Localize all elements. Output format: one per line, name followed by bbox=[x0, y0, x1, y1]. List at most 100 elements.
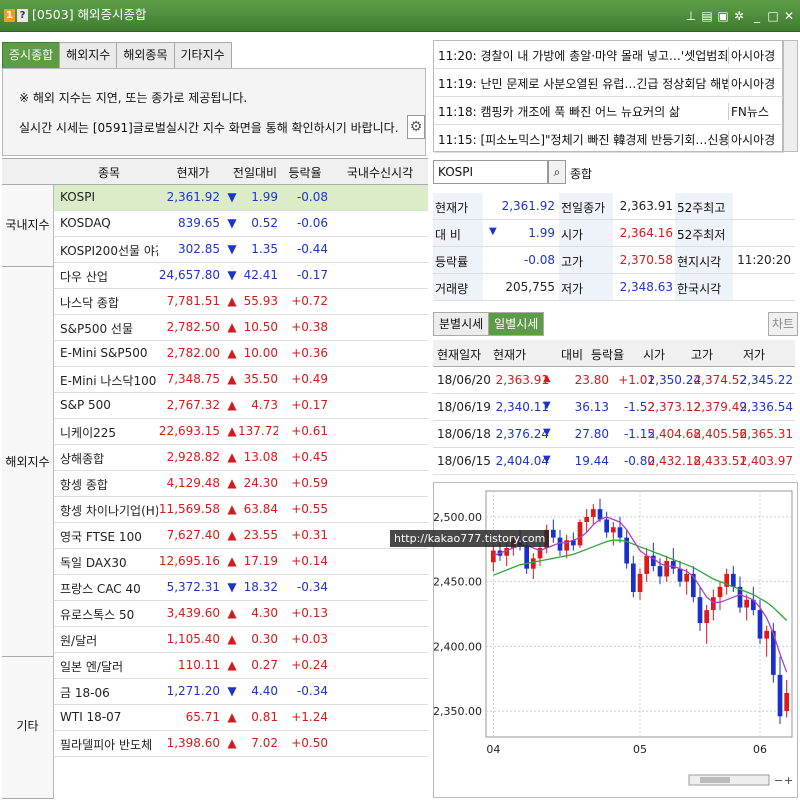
quote-label: 현재가 bbox=[435, 201, 469, 215]
table-row[interactable]: KOSPI2,361.92▼1.99-0.0811:20:20 bbox=[54, 185, 428, 211]
table-row[interactable]: 상해종합2,928.82▲13.08+0.4518/06/2111:05:24 bbox=[54, 445, 428, 471]
row-change: 0.52 bbox=[251, 216, 278, 230]
quote-label: 52주최저 bbox=[677, 228, 726, 242]
chart-button[interactable]: 차트 bbox=[768, 312, 798, 336]
daily-col[interactable]: 대비 bbox=[561, 346, 583, 363]
col-name[interactable]: 종목 bbox=[54, 164, 164, 181]
table-row[interactable]: WTI 18-0765.71▲0.81+1.2418/06/20 bbox=[54, 705, 428, 731]
row-rate: +0.38 bbox=[291, 320, 328, 334]
settings-icon[interactable]: ✲ bbox=[732, 9, 746, 23]
up-arrow-icon: ▲ bbox=[227, 606, 237, 620]
news-title: 11:20: 경찰이 내 가방에 총알·마약 몰래 넣고…'셋업범죄' 주 bbox=[438, 49, 728, 63]
news-scrollbar[interactable] bbox=[783, 40, 798, 152]
table-row[interactable]: 금 18-061,271.20▼4.40-0.3418/06/20 bbox=[54, 679, 428, 705]
print-icon[interactable]: ▣ bbox=[716, 9, 730, 23]
daily-col[interactable]: 등락율 bbox=[591, 346, 624, 363]
news-item[interactable]: 11:20: 경찰이 내 가방에 총알·마약 몰래 넣고…'셋업범죄' 주 아시아… bbox=[434, 41, 784, 69]
minimize-icon[interactable]: _ bbox=[750, 9, 764, 23]
tab-daily-price[interactable]: 일별시세 bbox=[488, 312, 545, 336]
daily-col[interactable]: 저가 bbox=[743, 346, 765, 363]
news-item[interactable]: 11:18: 캠핑카 개조에 푹 빠진 어느 뉴요커의 삶 FN뉴스 bbox=[434, 97, 784, 125]
candle-body bbox=[664, 560, 669, 577]
daily-change: 27.80 bbox=[574, 427, 609, 441]
table-row[interactable]: 니케이22522,693.15▲137.72+0.6118/06/2111:00… bbox=[54, 419, 428, 445]
table-row[interactable]: KOSDAQ839.65▼0.52-0.0611:20:20 bbox=[54, 211, 428, 237]
news-item[interactable]: 11:19: 난민 문제로 사분오열된 유럽…긴급 정상회담 해법 마 아시아경 bbox=[434, 69, 784, 97]
daily-row[interactable]: 18/06/20 2,363.91 ▲ 23.80 +1.01 2,350.24 2,374… bbox=[433, 367, 795, 394]
search-icon[interactable]: ⌕ bbox=[548, 160, 566, 184]
table-row[interactable]: 다우 산업24,657.80▼42.41-0.1718/06/20 bbox=[54, 263, 428, 289]
table-row[interactable]: S&P500 선물2,782.50▲10.50+0.3818/06/2111:0… bbox=[54, 315, 428, 341]
news-item[interactable]: 11:15: [피소노믹스]"정체기 빠진 韓경제 반등기회…신용등급 아시아경 bbox=[434, 125, 784, 153]
notice-line-1: ※ 해외 지수는 지연, 또는 종가로 제공됩니다. bbox=[19, 91, 248, 105]
row-price: 1,398.60 bbox=[166, 736, 220, 750]
col-rate[interactable]: 등락율 bbox=[280, 164, 330, 181]
up-arrow-icon: ▲ bbox=[227, 554, 237, 568]
table-row[interactable]: 항셍 차이나기업(H)11,569.58▲63.84+0.5518/06/211… bbox=[54, 497, 428, 523]
symbol-input[interactable]: KOSPI bbox=[433, 160, 548, 184]
table-row[interactable]: S&P 5002,767.32▲4.73+0.1718/06/2105:39:3… bbox=[54, 393, 428, 419]
table-row[interactable]: 나스닥 종합7,781.51▲55.93+0.7218/06/2105:01:5… bbox=[54, 289, 428, 315]
tab-minute-price[interactable]: 분별시세 bbox=[433, 312, 490, 336]
row-price: 1,105.40 bbox=[166, 632, 220, 646]
candle-body bbox=[744, 599, 749, 608]
col-time[interactable]: 국내수신시각 bbox=[332, 164, 428, 181]
row-rate: +0.14 bbox=[291, 554, 328, 568]
table-row[interactable]: E-Mini S&P5002,782.00▲10.00+0.3618/06/21… bbox=[54, 341, 428, 367]
down-arrow-icon: ▼ bbox=[227, 580, 237, 594]
save-icon[interactable]: ▤ bbox=[700, 9, 714, 23]
daily-col[interactable]: 현재가 bbox=[493, 346, 526, 363]
row-name: E-Mini 나스닥100 bbox=[60, 374, 157, 388]
table-row[interactable]: 원/달러1,105.40▲0.30+0.0318/06/2111:20:26 bbox=[54, 627, 428, 653]
table-row[interactable]: KOSPI200선물 야간302.85▼1.35-0.4418/06/20 bbox=[54, 237, 428, 263]
daily-col[interactable]: 고가 bbox=[691, 346, 713, 363]
candle-body bbox=[644, 555, 649, 574]
quote-value: -0.08 bbox=[523, 253, 555, 267]
row-name: S&P500 선물 bbox=[60, 322, 134, 336]
tab-overseas-stocks[interactable]: 해외종목 bbox=[116, 42, 175, 68]
daily-col[interactable]: 현재일자 bbox=[437, 346, 481, 363]
col-price[interactable]: 현재가 bbox=[160, 164, 226, 181]
maximize-icon[interactable]: □ bbox=[766, 9, 780, 23]
table-row[interactable]: 유로스톡스 503,439.60▲4.30+0.1318/06/20 bbox=[54, 601, 428, 627]
daily-row[interactable]: 18/06/19 2,340.11 ▼ 36.13 -1.52 2,373.12 2,379… bbox=[433, 394, 795, 421]
quote-value: 2,361.92 bbox=[501, 199, 555, 213]
table-row[interactable]: 일본 엔/달러110.11▲0.27+0.2418/06/20 bbox=[54, 653, 428, 679]
screen-badge[interactable]: 1 bbox=[4, 9, 15, 22]
table-row[interactable]: 항셍 종합4,129.48▲24.30+0.5918/06/2111:05:26 bbox=[54, 471, 428, 497]
row-name: 영국 FTSE 100 bbox=[60, 530, 142, 544]
tab-overseas-index[interactable]: 해외지수 bbox=[59, 42, 118, 68]
col-change[interactable]: 전일대비 bbox=[226, 164, 284, 181]
row-change: 42.41 bbox=[243, 268, 278, 282]
row-change: 4.30 bbox=[251, 606, 278, 620]
daily-row[interactable]: 18/06/18 2,376.24 ▼ 27.80 -1.15 2,404.68 2,405… bbox=[433, 421, 795, 448]
tab-market-summary[interactable]: 증시종합 bbox=[2, 42, 61, 68]
candle-body bbox=[777, 674, 783, 717]
table-row[interactable]: 영국 FTSE 1007,627.40▲23.55+0.3118/06/2100… bbox=[54, 523, 428, 549]
candle-body bbox=[784, 692, 789, 712]
table-row[interactable]: 독일 DAX3012,695.16▲17.19+0.1418/06/2100:3… bbox=[54, 549, 428, 575]
table-row[interactable]: 필라델피아 반도체1,398.60▲7.02+0.5018/06/20 bbox=[54, 731, 428, 757]
up-arrow-icon: ▲ bbox=[227, 528, 237, 542]
tab-other-index[interactable]: 기타지수 bbox=[173, 42, 232, 68]
row-name: 필라델피아 반도체 bbox=[60, 738, 153, 752]
row-price: 2,767.32 bbox=[166, 398, 220, 412]
row-name: 나스닥 종합 bbox=[60, 296, 120, 310]
row-change: 17.19 bbox=[243, 554, 278, 568]
row-price: 2,928.82 bbox=[166, 450, 220, 464]
help-badge[interactable]: ? bbox=[17, 9, 28, 22]
table-row[interactable]: E-Mini 나스닥1007,348.75▲35.50+0.4918/06/21… bbox=[54, 367, 428, 393]
down-arrow-icon: ▼ bbox=[489, 226, 497, 237]
table-row[interactable]: 프랑스 CAC 405,372.31▼18.32-0.3418/06/2100:… bbox=[54, 575, 428, 601]
row-price: 1,271.20 bbox=[166, 684, 220, 698]
row-change: 4.40 bbox=[251, 684, 278, 698]
pin-icon[interactable]: ⊥ bbox=[684, 9, 698, 23]
up-arrow-icon: ▲ bbox=[227, 502, 237, 516]
daily-row[interactable]: 18/06/15 2,404.04 ▼ 19.44 -0.80 2,432.18 2,433… bbox=[433, 448, 795, 475]
daily-col[interactable]: 시가 bbox=[643, 346, 665, 363]
gear-icon[interactable]: ⚙ bbox=[407, 115, 425, 139]
daily-change: 23.80 bbox=[574, 373, 609, 387]
row-rate: -0.06 bbox=[296, 216, 328, 230]
row-rate: +0.31 bbox=[291, 528, 328, 542]
close-icon[interactable]: ✕ bbox=[782, 9, 796, 23]
